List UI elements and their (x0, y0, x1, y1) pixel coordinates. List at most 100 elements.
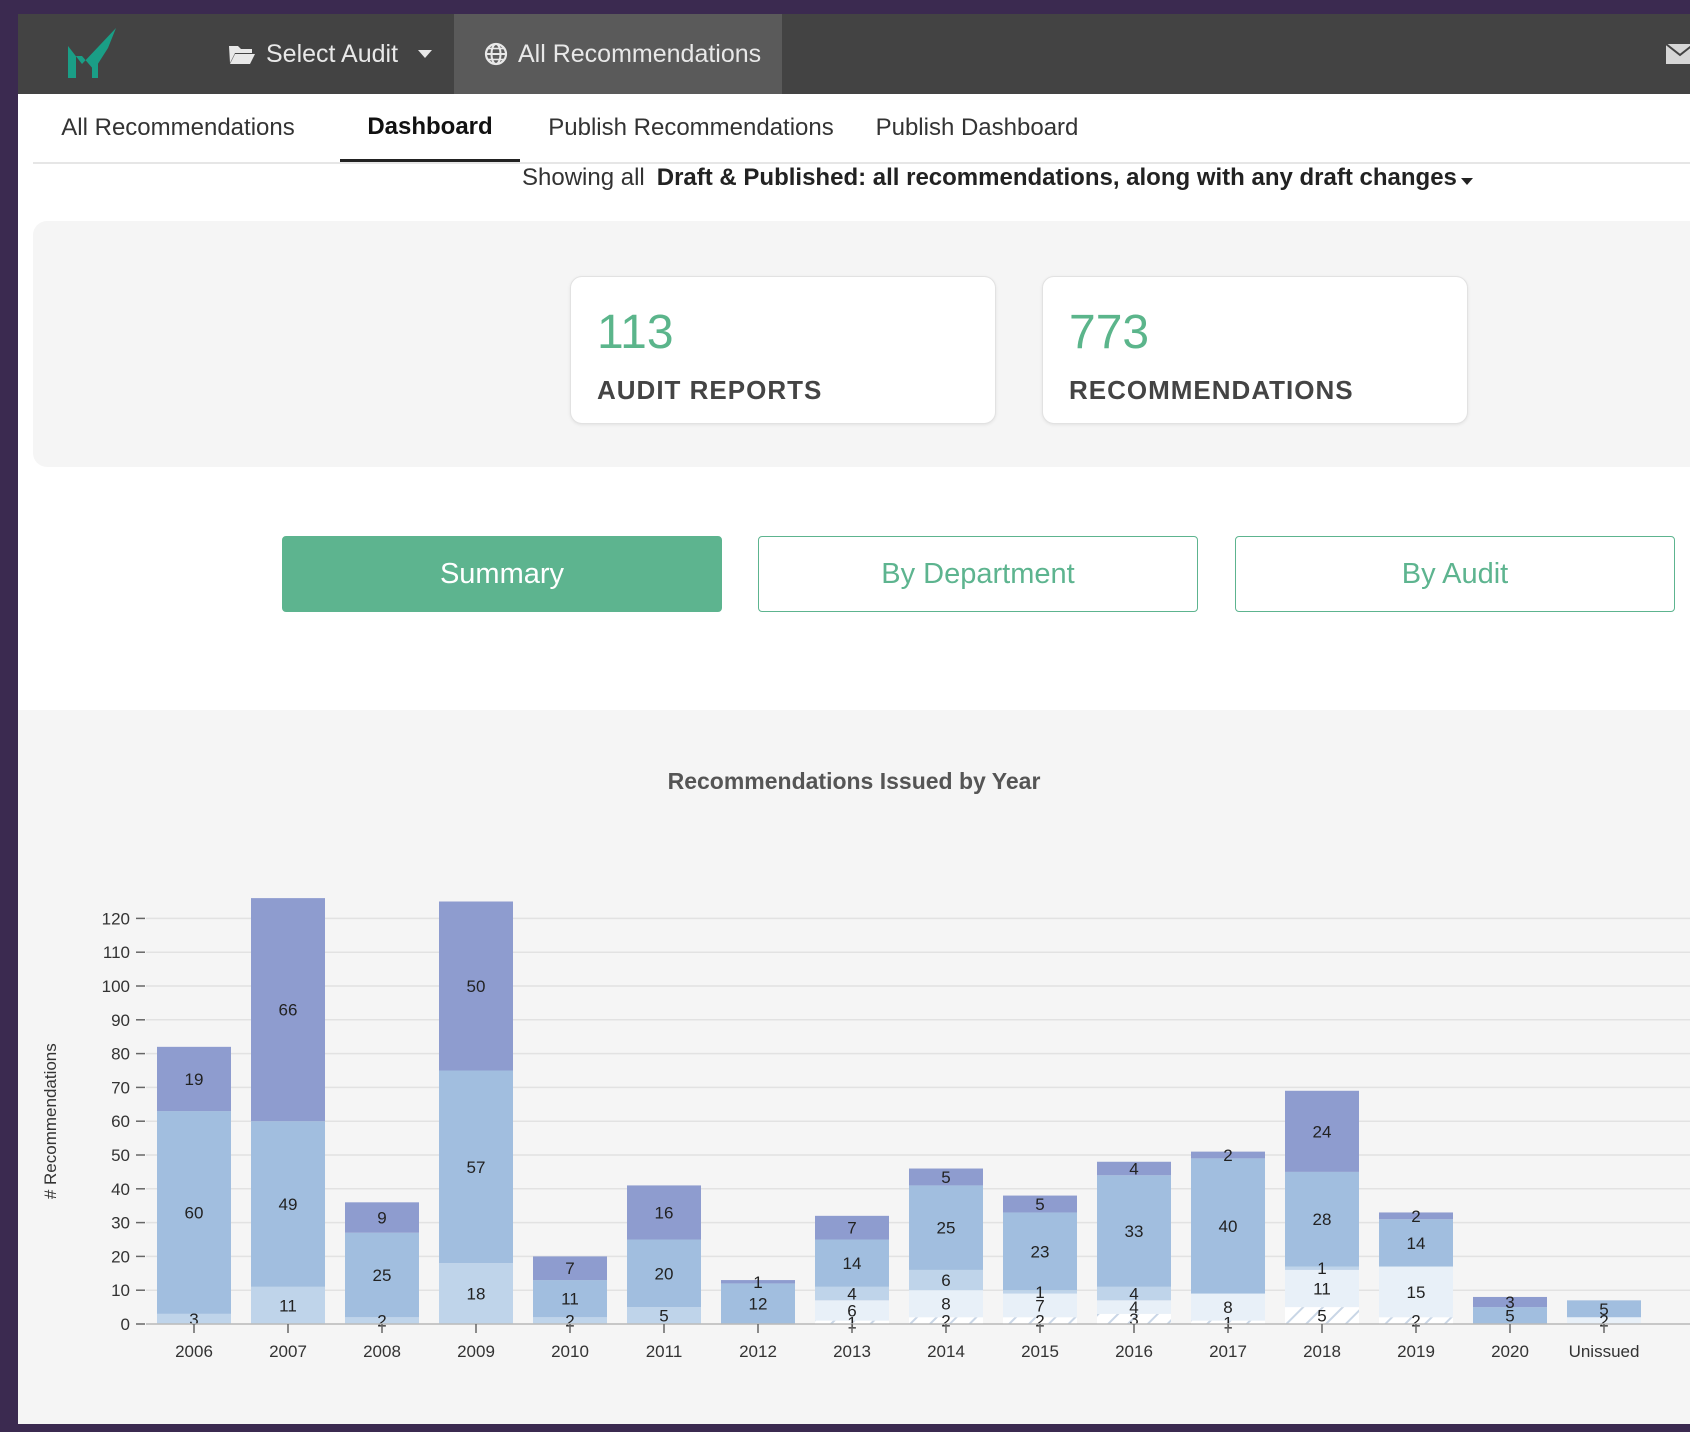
tab-publish-dashboard[interactable]: Publish Dashboard (859, 94, 1095, 162)
bar-value-label: 14 (1407, 1234, 1426, 1253)
y-tick-label: 100 (102, 977, 130, 996)
y-tick-label: 60 (111, 1112, 130, 1131)
y-tick-label: 50 (111, 1146, 130, 1165)
bar-value-label: 28 (1313, 1210, 1332, 1229)
bar-value-label: 5 (659, 1307, 668, 1326)
bar-value-label: 60 (185, 1203, 204, 1222)
y-tick-label: 10 (111, 1281, 130, 1300)
bar-value-label: 4 (1129, 1160, 1138, 1179)
chevron-down-icon (418, 50, 433, 58)
bar-value-label: 15 (1407, 1283, 1426, 1302)
tab-bar: All Recommendations Dashboard Publish Re… (33, 94, 1690, 164)
filter-bar: Showing all Draft & Published: all recom… (522, 164, 1473, 192)
all-recommendations-nav[interactable]: All Recommendations (454, 14, 782, 94)
stat-card-recommendations: 773 RECOMMENDATIONS (1042, 276, 1468, 424)
bar-value-label: 23 (1031, 1242, 1050, 1261)
recommendations-by-year-chart: 3601911496622591857502117520161211641472… (41, 898, 1690, 1361)
y-tick-label: 80 (111, 1045, 130, 1064)
bar-value-label: 20 (655, 1264, 674, 1283)
tab-publish-recommendations[interactable]: Publish Recommendations (541, 94, 841, 162)
y-tick-label: 90 (111, 1011, 130, 1030)
bar-value-label: 7 (565, 1259, 574, 1278)
bar-value-label: 2 (1223, 1146, 1232, 1165)
bar-value-label: 11 (1313, 1280, 1331, 1299)
bar-value-label: 50 (467, 977, 486, 996)
y-tick-label: 0 (121, 1315, 130, 1334)
folder-open-icon (229, 46, 255, 64)
y-axis-label: # Recommendations (41, 1043, 60, 1199)
stat-value: 773 (1069, 306, 1150, 359)
all-recommendations-nav-label: All Recommendations (518, 39, 762, 68)
envelope-icon[interactable] (1666, 44, 1690, 64)
filter-prefix: Showing all (522, 164, 645, 191)
tab-all-recommendations[interactable]: All Recommendations (33, 94, 323, 162)
by-audit-button[interactable]: By Audit (1235, 536, 1675, 612)
select-audit-label: Select Audit (266, 39, 399, 68)
x-tick-label: 2018 (1303, 1342, 1341, 1361)
x-tick-label: 2015 (1021, 1342, 1059, 1361)
bar-value-label: 9 (377, 1209, 386, 1228)
bar-value-label: 1 (1035, 1283, 1044, 1302)
bar-value-label: 6 (847, 1301, 856, 1320)
by-department-button[interactable]: By Department (758, 536, 1198, 612)
bar-value-label: 66 (279, 1001, 298, 1020)
y-tick-label: 120 (102, 909, 130, 928)
bar-value-label: 5 (1317, 1307, 1326, 1326)
stat-label: AUDIT REPORTS (597, 375, 823, 405)
bar-value-label: 49 (279, 1195, 298, 1214)
bar-value-label: 14 (843, 1254, 862, 1273)
stat-card-audit-reports: 113 AUDIT REPORTS (570, 276, 996, 424)
bar-value-label: 57 (467, 1158, 486, 1177)
bar-value-label: 6 (941, 1271, 950, 1290)
bar-value-label: 8 (941, 1295, 950, 1314)
bar-value-label: 3 (1505, 1293, 1514, 1312)
x-tick-label: 2020 (1491, 1342, 1529, 1361)
bar-value-label: 5 (1035, 1195, 1044, 1214)
globe-icon (484, 42, 508, 66)
x-tick-label: 2016 (1115, 1342, 1153, 1361)
bar-value-label: 11 (561, 1290, 579, 1309)
tab-dashboard[interactable]: Dashboard (340, 94, 520, 162)
stats-panel: 113 AUDIT REPORTS 773 RECOMMENDATIONS (33, 221, 1690, 467)
x-tick-label: 2011 (646, 1342, 683, 1361)
y-tick-label: 110 (103, 943, 130, 962)
app-logo[interactable] (64, 26, 124, 82)
app-window: Select Audit All Recommendations All Rec… (18, 14, 1690, 1424)
stat-value: 113 (597, 306, 674, 359)
y-tick-label: 20 (111, 1247, 130, 1266)
y-tick-label: 30 (111, 1214, 130, 1233)
filter-dropdown[interactable]: Draft & Published: all recommendations, … (657, 164, 1473, 192)
bar-value-label: 5 (941, 1168, 950, 1187)
bar-value-label: 2 (1411, 1207, 1420, 1226)
bar-value-label: 8 (1223, 1298, 1232, 1317)
x-tick-label: Unissued (1569, 1342, 1640, 1361)
top-navbar: Select Audit All Recommendations (18, 14, 1690, 94)
y-tick-label: 40 (111, 1180, 130, 1199)
bar-value-label: 7 (847, 1219, 856, 1238)
chart-panel: Recommendations Issued by Year 3 60 19 11 49… (18, 710, 1690, 1424)
bar-value-label: 11 (279, 1296, 297, 1315)
x-tick-label: 2008 (363, 1342, 401, 1361)
bar-value-label: 19 (185, 1070, 204, 1089)
summary-button[interactable]: Summary (282, 536, 722, 612)
bar-value-label: 25 (937, 1219, 956, 1238)
x-tick-label: 2017 (1209, 1342, 1247, 1361)
bar-value-label: 1 (753, 1273, 762, 1292)
bar-value-label: 40 (1219, 1217, 1238, 1236)
x-tick-label: 2010 (551, 1342, 589, 1361)
bar-value-label: 4 (1129, 1285, 1138, 1304)
stat-label: RECOMMENDATIONS (1069, 375, 1354, 405)
bar-value-label: 25 (373, 1266, 392, 1285)
bar-value-label: 12 (749, 1295, 768, 1314)
bar-value-label: 24 (1313, 1122, 1332, 1141)
x-tick-label: 2019 (1397, 1342, 1435, 1361)
bar-value-label: 33 (1125, 1222, 1144, 1241)
filter-selected-label: Draft & Published: all recommendations, … (656, 164, 1457, 191)
caret-down-icon (1460, 178, 1473, 185)
x-tick-label: 2013 (833, 1342, 871, 1361)
x-tick-label: 2012 (739, 1342, 777, 1361)
x-tick-label: 2014 (927, 1342, 965, 1361)
x-tick-label: 2009 (457, 1342, 495, 1361)
select-audit-dropdown[interactable]: Select Audit (228, 14, 433, 94)
bar-value-label: 1 (1317, 1259, 1326, 1278)
